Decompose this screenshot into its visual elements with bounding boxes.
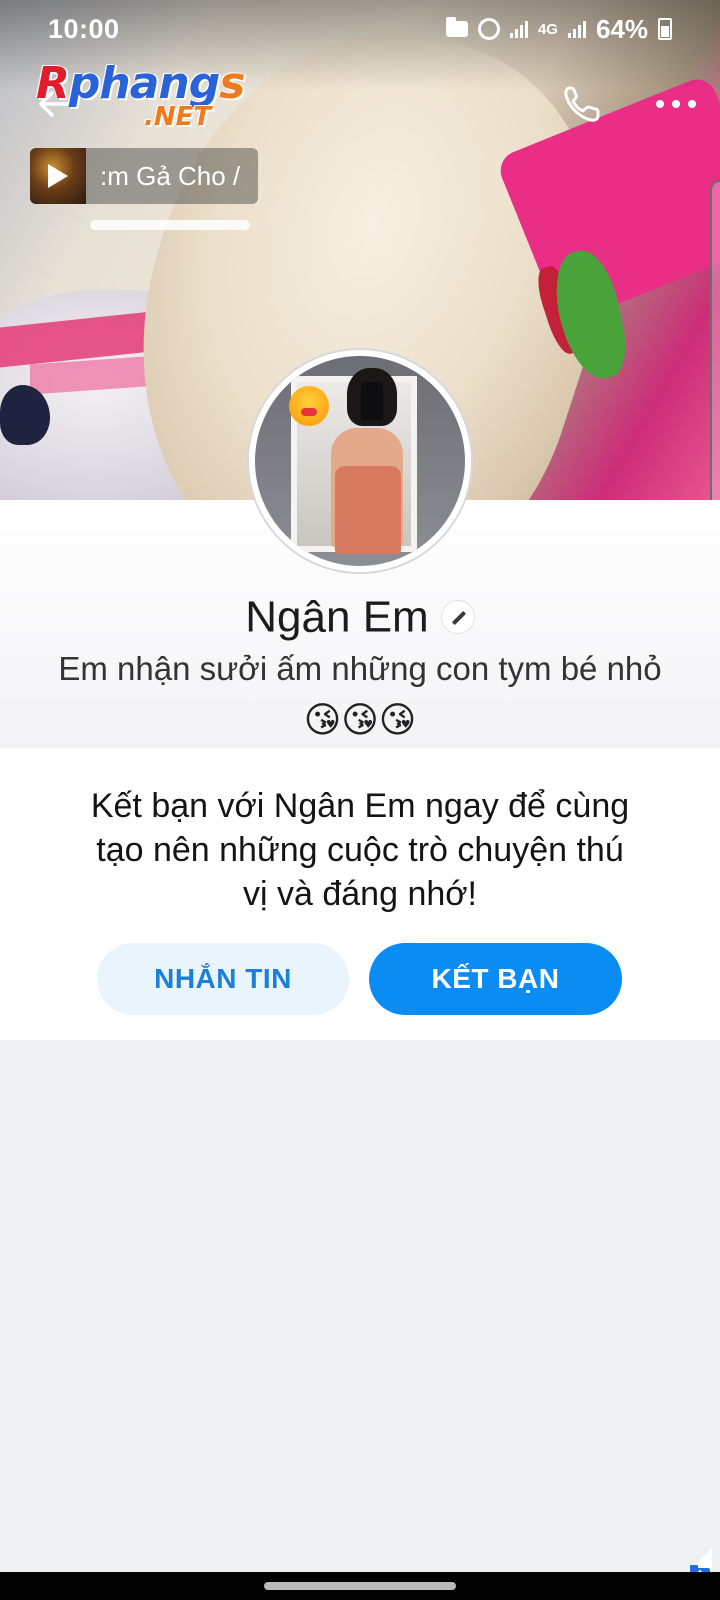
more-options-icon[interactable] [656, 86, 696, 122]
status-icons: 4G 64% [445, 13, 672, 45]
profile-music[interactable]: :m Gả Cho / [30, 148, 258, 204]
profile-name-row: Ngân Em [0, 590, 720, 642]
music-thumbnail [30, 148, 86, 204]
avatar[interactable] [249, 350, 471, 572]
profile-status: Em nhận sưởi ấm những con tym bé nhỏ [58, 650, 662, 687]
battery-icon [658, 18, 672, 40]
phone-icon[interactable] [560, 82, 604, 126]
add-friend-button[interactable]: KẾT BẠN [369, 943, 622, 1015]
music-title: :m Gả Cho / [100, 160, 241, 191]
battery-percent: 64% [595, 13, 648, 44]
network-type: 4G [537, 20, 558, 38]
folder-upload-icon [445, 17, 468, 37]
watermark-line2: .NET [144, 102, 212, 132]
friend-prompt: Kết bạn với Ngân Em ngay để cùng tạo nên… [90, 787, 630, 913]
edge-panel-handle[interactable] [710, 180, 720, 510]
message-button[interactable]: NHẮN TIN [97, 943, 349, 1015]
status-emojis: 😘😘😘 [303, 699, 417, 740]
alarm-icon [477, 18, 500, 40]
pencil-icon[interactable] [440, 600, 475, 635]
watermark-logo: Rphangs .NET [36, 56, 256, 140]
watermark-line1: Rphangs [36, 58, 245, 109]
kiss-sticker-icon [289, 386, 329, 426]
play-icon [48, 164, 68, 188]
home-gesture-handle[interactable] [264, 1582, 456, 1590]
signal-icon [567, 20, 586, 38]
status-bar: 10:00 4G 64% [0, 0, 720, 58]
signal-icon [509, 20, 528, 38]
status-time: 10:00 [48, 13, 120, 44]
profile-name: Ngân Em [245, 592, 429, 642]
